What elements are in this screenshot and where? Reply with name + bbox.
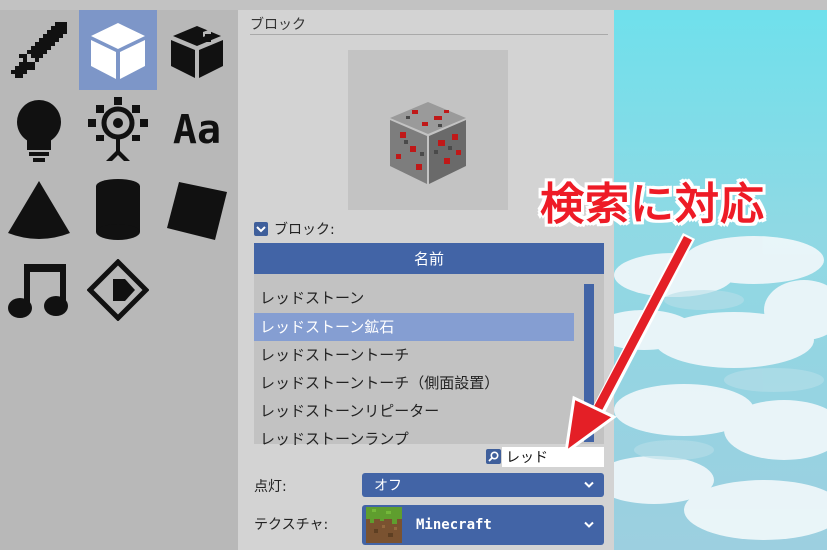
- chevron-down-icon: [584, 481, 594, 488]
- sky-background: [614, 10, 827, 550]
- marker-icon: [87, 259, 149, 321]
- list-item[interactable]: レッドストーントーチ（側面設置）: [254, 369, 574, 397]
- chevron-down-icon: [256, 225, 266, 232]
- redstone-ore-block-image: [390, 102, 466, 184]
- search-input[interactable]: [502, 447, 604, 467]
- light-label: 点灯:: [254, 479, 287, 495]
- spotlight-icon: [88, 97, 148, 161]
- search-icon: [488, 451, 499, 462]
- cone-icon: [8, 181, 70, 239]
- bulb-icon: [17, 100, 61, 162]
- block-preview: [348, 50, 508, 210]
- block-properties-panel: ブロック ブロック: 名前 レッドストーン レッドストーン鉱石 レッドストーント…: [238, 10, 614, 550]
- list-item-selected[interactable]: レッドストーン鉱石: [254, 313, 574, 341]
- texture-select[interactable]: Minecraft: [362, 505, 604, 545]
- block-checkbox[interactable]: [254, 222, 268, 236]
- text-icon: Aa: [172, 107, 222, 153]
- cone-tool[interactable]: [0, 170, 78, 250]
- sword-tool[interactable]: [0, 10, 78, 90]
- annotation-label: 検索に対応: [540, 179, 765, 230]
- sword-icon: [11, 22, 67, 78]
- light-select-value: オフ: [374, 478, 402, 494]
- object-palette: Aa: [0, 10, 238, 550]
- block-list: レッドストーン レッドストーン鉱石 レッドストーントーチ レッドストーントーチ（…: [254, 274, 604, 448]
- plane-tool[interactable]: [158, 170, 236, 250]
- plane-icon: [167, 182, 227, 240]
- text-tool[interactable]: Aa: [158, 90, 236, 170]
- texture-label: テクスチャ:: [254, 517, 329, 533]
- block-checkbox-label: ブロック:: [274, 222, 335, 238]
- block-icon: [91, 23, 145, 79]
- texture-select-value: Minecraft: [416, 517, 492, 533]
- marker-tool[interactable]: [79, 250, 157, 330]
- block-tool[interactable]: [79, 10, 157, 90]
- list-item[interactable]: レッドストーントーチ: [254, 341, 574, 369]
- viewport-3d[interactable]: [614, 10, 827, 550]
- list-item[interactable]: レッドストーン: [254, 284, 574, 312]
- search-button[interactable]: [486, 449, 501, 464]
- cylinder-icon: [96, 179, 140, 240]
- chevron-down-icon: [584, 521, 594, 528]
- chest-icon: [171, 26, 223, 78]
- light-select[interactable]: オフ: [362, 473, 604, 497]
- light-tool[interactable]: [0, 90, 78, 170]
- list-item[interactable]: レッドストーンリピーター: [254, 397, 574, 425]
- block-checkbox-row: ブロック:: [254, 219, 335, 239]
- list-scrollbar[interactable]: [584, 284, 594, 442]
- chest-tool[interactable]: [158, 10, 236, 90]
- divider: [250, 34, 608, 35]
- cylinder-tool[interactable]: [79, 170, 157, 250]
- grass-block-texture-image: [366, 507, 402, 543]
- sound-tool[interactable]: [0, 250, 78, 330]
- spotlight-tool[interactable]: [79, 90, 157, 170]
- section-title: ブロック: [250, 17, 306, 33]
- list-header-name[interactable]: 名前: [254, 243, 604, 274]
- music-icon: [8, 264, 68, 318]
